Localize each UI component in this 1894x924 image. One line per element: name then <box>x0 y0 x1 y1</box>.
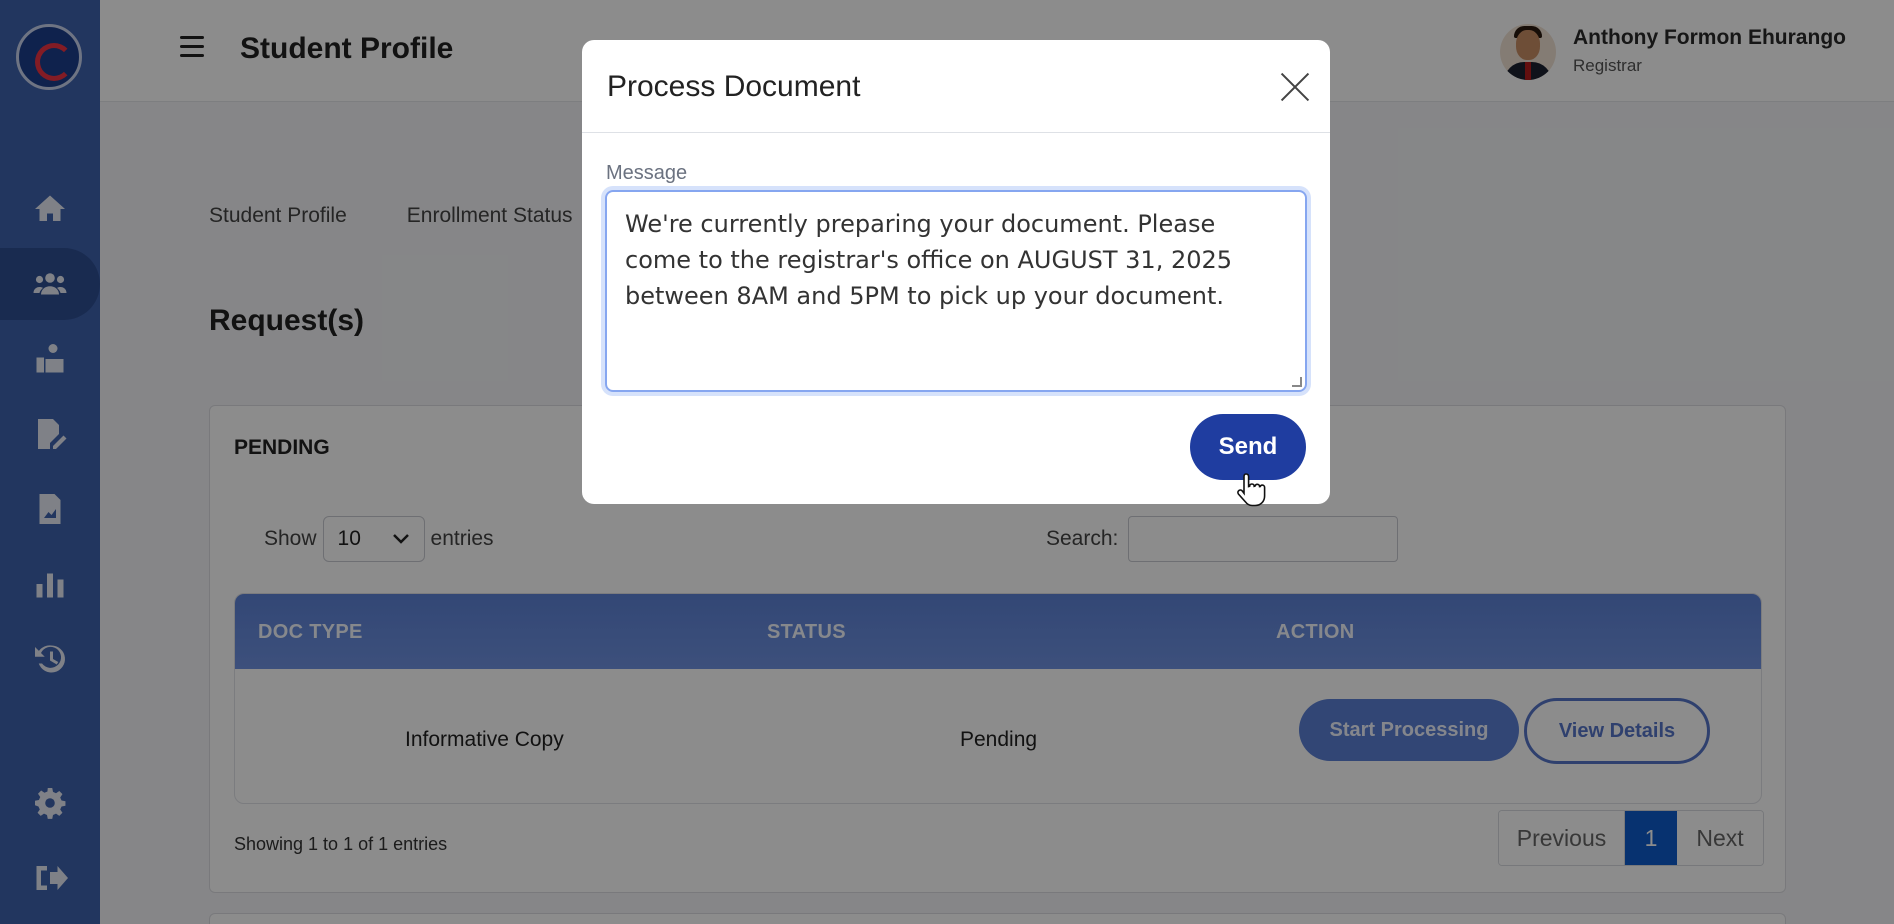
process-document-modal: Process Document Message We're currently… <box>582 40 1330 504</box>
modal-header: Process Document <box>582 40 1330 133</box>
resize-handle-icon[interactable] <box>1292 377 1302 387</box>
hand-cursor-icon <box>1237 473 1266 507</box>
close-icon[interactable] <box>1278 70 1312 104</box>
message-text: We're currently preparing your document.… <box>625 210 1233 310</box>
send-button[interactable]: Send <box>1190 414 1306 480</box>
modal-title: Process Document <box>607 70 861 103</box>
message-label: Message <box>606 162 688 184</box>
message-textarea[interactable]: We're currently preparing your document.… <box>605 190 1307 392</box>
